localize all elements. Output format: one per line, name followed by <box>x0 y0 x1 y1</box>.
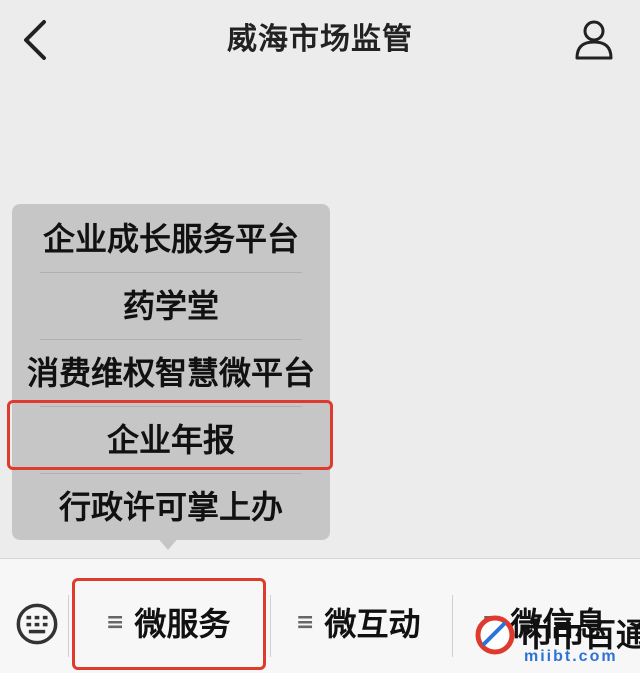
user-icon[interactable] <box>574 18 614 60</box>
tab-separator <box>270 595 271 657</box>
menu-lines-icon: ≡ <box>106 610 125 635</box>
service-menu-popup: 企业成长服务平台 药学堂 消费维权智慧微平台 企业年报 行政许可掌上办 <box>12 204 330 540</box>
tab-label: 微互动 <box>324 605 421 643</box>
brand-logo-icon <box>475 615 515 655</box>
tab-micro-interaction[interactable]: ≡ 微互动 <box>296 589 420 659</box>
menu-item-annual-report[interactable]: 企业年报 <box>12 407 330 474</box>
watermark-url: miibt.com <box>524 648 618 665</box>
chevron-left-icon[interactable] <box>18 18 54 62</box>
tab-separator <box>452 595 453 657</box>
keyboard-icon[interactable] <box>16 603 58 645</box>
menu-item-consumer-rights[interactable]: 消费维权智慧微平台 <box>12 340 330 407</box>
tab-separator <box>68 595 69 657</box>
menu-item-pharmacy-class[interactable]: 药学堂 <box>12 273 330 340</box>
menu-lines-icon: ≡ <box>296 610 315 635</box>
menu-item-admin-permit[interactable]: 行政许可掌上办 <box>12 474 330 541</box>
page-title: 威海市场监管 <box>227 22 413 57</box>
tab-micro-service[interactable]: ≡ 微服务 <box>106 589 230 659</box>
menu-item-enterprise-growth[interactable]: 企业成长服务平台 <box>12 206 330 273</box>
tab-label: 微服务 <box>134 605 231 643</box>
watermark: 巾巾百通 miibt.com <box>468 608 640 672</box>
nav-header: 威海市场监管 <box>0 0 640 80</box>
popup-pointer <box>156 536 180 550</box>
